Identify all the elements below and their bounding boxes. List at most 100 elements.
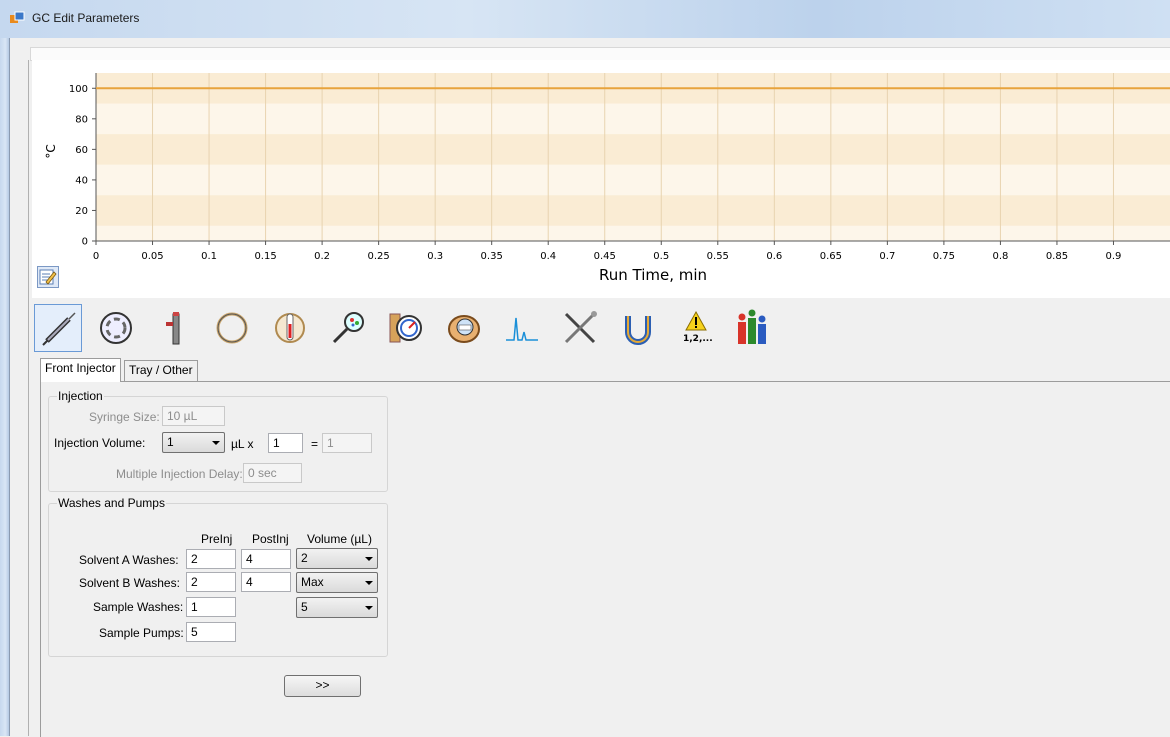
warning-button[interactable]: 1,2,...: [672, 304, 720, 352]
x-tick-label: 0.8: [992, 251, 1008, 262]
temperature-chart: 0 20 40 60 80 100 0 0.05 0.1 0.15 0.2 0.25 0.3 0.35 0.…: [32, 60, 1170, 298]
injector-syringe-icon: [42, 312, 76, 346]
plot-band: [96, 103, 1170, 135]
sample-wash-volume-select[interactable]: 5: [296, 597, 378, 618]
y-axis-label: °C: [44, 144, 58, 158]
detector-probe-icon: [332, 312, 364, 344]
injector-button[interactable]: [34, 304, 82, 352]
x-tick-label: 0: [93, 251, 99, 262]
plot-band: [96, 134, 1170, 165]
solvent-a-label: Solvent A Washes:: [79, 553, 179, 567]
injection-volume-value: 1: [167, 435, 174, 449]
tab-tray-other[interactable]: Tray / Other: [124, 360, 198, 381]
multiplier-field[interactable]: 1: [268, 433, 303, 453]
sample-wash-volume-value: 5: [301, 600, 308, 614]
sample-washes-field[interactable]: 1: [186, 597, 236, 617]
plot-band: [96, 195, 1170, 226]
chart-svg: 0 20 40 60 80 100 0 0.05 0.1 0.15 0.2 0.25 0.3 0.35 0.…: [44, 73, 1170, 284]
x-tick-label: 0.4: [540, 251, 556, 262]
col-volume: Volume (µL): [307, 532, 372, 546]
equals-label: =: [311, 437, 319, 451]
solvent-b-volume-value: Max: [301, 575, 324, 589]
toolbar: 1,2,...: [32, 302, 1170, 356]
x-tick-label: 0.65: [820, 251, 842, 262]
x-axis-label: Run Time, min: [599, 266, 707, 284]
solvent-a-volume-select[interactable]: 2: [296, 548, 378, 569]
inlet-icon: [100, 312, 132, 344]
col-preinj: PreInj: [201, 532, 233, 546]
sample-pumps-label: Sample Pumps:: [99, 626, 184, 640]
timer-icon: [448, 315, 480, 343]
column-icon: [216, 312, 248, 344]
x-tick-label: 0.6: [766, 251, 782, 262]
solvent-a-preinj-field[interactable]: 2: [186, 549, 236, 569]
y-tick-label: 60: [75, 145, 88, 156]
col-postinj: PostInj: [252, 532, 289, 546]
inlet-button[interactable]: [92, 304, 140, 352]
chevron-down-icon: [365, 581, 373, 585]
x-tick-label: 0.3: [427, 251, 443, 262]
x-tick-label: 0.5: [653, 251, 669, 262]
timer-button[interactable]: [440, 304, 488, 352]
pressure-gauge-icon: [389, 313, 422, 343]
solvent-a-postinj-field[interactable]: 4: [241, 549, 291, 569]
solvent-b-preinj-field[interactable]: 2: [186, 572, 236, 592]
x-tick-label: 0.2: [314, 251, 330, 262]
washes-group-title: Washes and Pumps: [57, 496, 166, 510]
y-tick-label: 100: [69, 84, 88, 95]
warning-sequence-icon: 1,2,...: [683, 310, 713, 344]
pressure-button[interactable]: [382, 304, 430, 352]
chart-header-strip: [30, 47, 1170, 61]
syringe-size-field[interactable]: 10 µL: [162, 406, 225, 426]
chevron-down-icon: [365, 606, 373, 610]
people-chart-button[interactable]: [730, 304, 778, 352]
divider: [28, 60, 29, 736]
injection-group: Injection Syringe Size: 10 µL Injection …: [48, 389, 388, 492]
sample-washes-label: Sample Washes:: [93, 600, 184, 614]
oven-button[interactable]: [266, 304, 314, 352]
window-title: GC Edit Parameters: [32, 11, 140, 25]
detector-button[interactable]: [324, 304, 372, 352]
plot-band: [96, 73, 1170, 89]
syringe-size-label: Syringe Size:: [89, 410, 160, 424]
y-tick-label: 0: [82, 237, 88, 248]
injection-delay-field[interactable]: 0 sec: [243, 463, 302, 483]
x-tick-label: 0.55: [707, 251, 729, 262]
solvent-b-volume-select[interactable]: Max: [296, 572, 378, 593]
plot-band: [96, 164, 1170, 196]
injection-volume-select[interactable]: 1: [162, 432, 225, 453]
column-connector-icon: [166, 312, 180, 345]
solvent-b-label: Solvent B Washes:: [79, 576, 180, 590]
tab-front-injector[interactable]: Front Injector: [40, 358, 121, 382]
x-tick-label: 0.9: [1106, 251, 1122, 262]
x-tick-label: 0.45: [594, 251, 616, 262]
solvent-b-postinj-field[interactable]: 4: [241, 572, 291, 592]
edit-chart-button[interactable]: [37, 266, 59, 288]
total-volume-field[interactable]: 1: [322, 433, 372, 453]
y-tick-label: 40: [75, 175, 88, 186]
window-frame: [0, 38, 9, 736]
tools-button[interactable]: [556, 304, 604, 352]
valve-button[interactable]: [614, 304, 662, 352]
x-tick-label: 0.75: [933, 251, 955, 262]
injection-group-title: Injection: [57, 389, 104, 403]
x-tick-label: 0.85: [1046, 251, 1068, 262]
x-tick-label: 0.25: [367, 251, 389, 262]
column-button[interactable]: [208, 304, 256, 352]
y-tick-label: 80: [75, 114, 88, 125]
signal-button[interactable]: [498, 304, 546, 352]
app-icon: [10, 11, 25, 23]
connector-button[interactable]: [150, 304, 198, 352]
sample-pumps-field[interactable]: 5: [186, 622, 236, 642]
oven-icon: [275, 313, 305, 343]
x-tick-label: 0.35: [481, 251, 503, 262]
y-tick-label: 20: [75, 206, 88, 217]
injection-volume-label: Injection Volume:: [54, 436, 146, 450]
chevron-down-icon: [212, 441, 220, 445]
solvent-a-volume-value: 2: [301, 551, 308, 565]
x-tick-label: 0.15: [254, 251, 276, 262]
washes-group: Washes and Pumps PreInj PostInj Volume (…: [48, 496, 388, 657]
valve-icon: [625, 316, 651, 345]
edit-pencil-icon: [39, 269, 57, 285]
more-button[interactable]: >>: [284, 675, 361, 697]
